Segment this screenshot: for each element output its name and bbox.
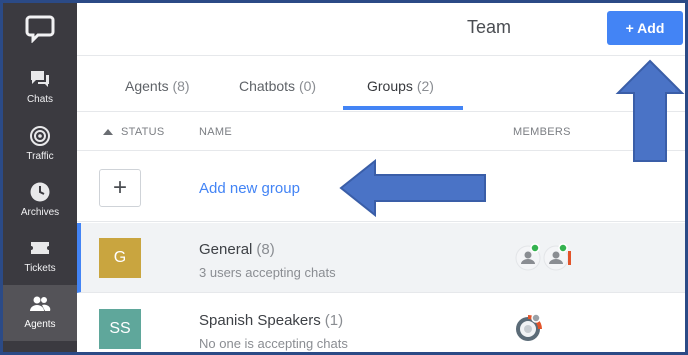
tab-label: Groups bbox=[367, 78, 413, 94]
traffic-icon bbox=[30, 126, 50, 146]
tab-groups[interactable]: Groups (2) bbox=[367, 78, 434, 94]
sidebar-item-tickets[interactable]: Tickets bbox=[3, 229, 77, 285]
add-button[interactable]: + Add bbox=[607, 11, 683, 45]
agents-icon bbox=[30, 296, 51, 311]
app-logo-icon[interactable] bbox=[25, 13, 55, 43]
column-header-members[interactable]: MEMBERS bbox=[513, 126, 571, 138]
sidebar-item-traffic[interactable]: Traffic bbox=[3, 117, 77, 173]
tab-label: Chatbots bbox=[239, 78, 296, 94]
group-name[interactable]: General (8) bbox=[199, 241, 275, 258]
agent-avatar-icon bbox=[515, 243, 541, 271]
active-tab-indicator bbox=[343, 106, 463, 110]
sidebar-item-agents[interactable]: Agents bbox=[3, 285, 77, 341]
annotation-arrow-left-icon bbox=[339, 159, 486, 218]
sidebar-item-label: Archives bbox=[20, 207, 60, 218]
sidebar-item-label: Traffic bbox=[26, 151, 54, 162]
column-header-name[interactable]: NAME bbox=[199, 126, 232, 138]
sidebar-item-label: Agents bbox=[24, 319, 56, 330]
tab-agents[interactable]: Agents (8) bbox=[125, 78, 190, 94]
tab-label: Agents bbox=[125, 78, 169, 94]
group-status-text: 3 users accepting chats bbox=[199, 265, 336, 280]
sidebar-item-label: Tickets bbox=[24, 263, 56, 274]
page-title: Team bbox=[467, 17, 512, 37]
tab-count: (8) bbox=[172, 78, 190, 94]
group-status-text: No one is accepting chats bbox=[199, 336, 348, 351]
archives-icon bbox=[30, 182, 50, 202]
page-header: Team + Add bbox=[77, 3, 685, 56]
sidebar-item-chats[interactable]: Chats bbox=[3, 60, 77, 116]
tab-count: (2) bbox=[416, 78, 434, 94]
add-group-button[interactable]: + bbox=[99, 169, 141, 207]
agent-avatar-icon bbox=[516, 313, 542, 341]
tickets-icon bbox=[31, 242, 49, 254]
group-member-count: (8) bbox=[256, 241, 275, 258]
group-name-text: General bbox=[199, 241, 253, 258]
group-name-text: Spanish Speakers bbox=[199, 312, 321, 329]
group-member-count: (1) bbox=[324, 312, 344, 329]
tab-chatbots[interactable]: Chatbots (0) bbox=[239, 78, 316, 94]
chats-icon bbox=[31, 71, 49, 87]
sidebar-item-archives[interactable]: Archives bbox=[3, 173, 77, 229]
add-new-group-link[interactable]: Add new group bbox=[199, 180, 300, 197]
table-row[interactable]: SS Spanish Speakers (1) No one is accepti… bbox=[77, 294, 685, 352]
table-header: STATUS NAME MEMBERS bbox=[77, 113, 685, 151]
tab-count: (0) bbox=[298, 78, 317, 94]
agent-avatar-icon bbox=[543, 243, 571, 271]
table-row[interactable]: G General (8) 3 users accepting chats bbox=[77, 223, 685, 293]
tab-bar: Agents (8) Chatbots (0) Groups (2) bbox=[77, 56, 685, 112]
column-header-status[interactable]: STATUS bbox=[121, 126, 165, 138]
group-name[interactable]: Spanish Speakers (1) bbox=[199, 312, 343, 329]
sort-ascending-icon[interactable] bbox=[103, 129, 113, 135]
app-window: Chats Traffic Archives Tickets Agents Te… bbox=[0, 0, 688, 355]
sidebar: Chats Traffic Archives Tickets Agents bbox=[3, 3, 77, 352]
sidebar-item-label: Chats bbox=[26, 94, 54, 105]
annotation-arrow-up-icon bbox=[615, 59, 685, 162]
group-avatar: G bbox=[99, 238, 141, 278]
group-avatar: SS bbox=[99, 309, 141, 349]
